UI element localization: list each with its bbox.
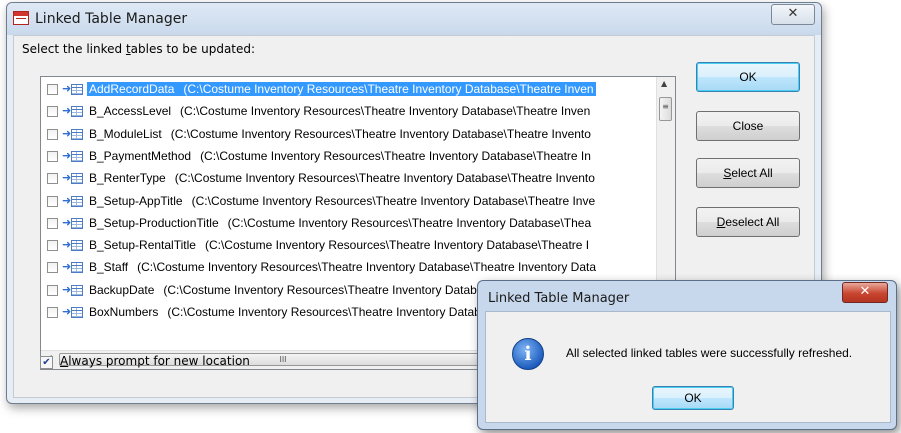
deselect-all-accel: D	[716, 215, 726, 229]
info-icon: i	[512, 338, 544, 370]
table-name: BackupDate	[89, 282, 155, 297]
table-checkbox[interactable]	[47, 240, 58, 252]
table-name: B_ModuleList	[89, 126, 162, 141]
table-path: (C:\Costume Inventory Resources\Theatre …	[183, 82, 594, 96]
table-path: (C:\Costume Inventory Resources\Theatre …	[170, 126, 591, 141]
table-icon	[71, 307, 83, 318]
linked-arrow-icon: ➜	[62, 260, 72, 274]
table-path: (C:\Costume Inventory Resources\Theatre …	[200, 148, 591, 163]
linked-arrow-icon: ➜	[62, 148, 72, 162]
window-title: Linked Table Manager	[35, 11, 188, 27]
table-checkbox[interactable]	[47, 106, 58, 118]
table-checkbox[interactable]	[47, 150, 58, 162]
table-icon	[71, 84, 83, 95]
table-icon	[71, 284, 83, 296]
table-icon	[71, 173, 83, 185]
linked-arrow-icon: ➜	[62, 82, 72, 95]
linked-arrow-icon: ➜	[62, 282, 72, 296]
table-path: (C:\Costume Inventory Resources\Theatre …	[180, 104, 591, 119]
deselect-all-label: eselect All	[725, 215, 780, 229]
table-icon	[71, 195, 83, 207]
select-tables-label: Select the linked tables to be updated:	[22, 42, 256, 56]
table-row-text: B_ModuleList (C:\Costume Inventory Resour…	[87, 127, 593, 141]
table-path: (C:\Costume Inventory Resources\Theatre …	[174, 171, 595, 186]
table-row[interactable]: ➜ AddRecordData (C:\Costume Inventory Reso…	[41, 79, 655, 101]
table-name: B_RenterType	[89, 171, 166, 186]
table-checkbox[interactable]	[47, 84, 58, 95]
message-text: All selected linked tables were successf…	[566, 346, 853, 360]
table-name: B_Setup-RentalTitle	[89, 238, 196, 253]
table-icon	[71, 217, 83, 229]
table-row[interactable]: ➜ B_Staff (C:\Costume Inventory Resources\…	[41, 257, 655, 279]
select-all-label: elect All	[731, 166, 773, 180]
close-button[interactable]: Close	[696, 111, 800, 141]
always-prompt-label: Always prompt for new location	[60, 354, 250, 368]
table-name: B_Staff	[89, 260, 129, 275]
table-icon	[71, 150, 83, 162]
select-all-button[interactable]: Select All	[696, 158, 800, 188]
message-box-title: Linked Table Manager	[488, 291, 630, 306]
table-row-text: B_Setup-RentalTitle (C:\Costume Inventory…	[87, 238, 591, 252]
message-box-body: i All selected linked tables were succes…	[485, 311, 891, 423]
table-row[interactable]: ➜ B_Setup-ProductionTitle (C:\Costume Inve…	[41, 213, 655, 235]
deselect-all-button[interactable]: Deselect All	[696, 207, 800, 237]
table-icon	[71, 128, 83, 140]
table-row[interactable]: ➜ B_Setup-RentalTitle (C:\Costume Inventor…	[41, 235, 655, 257]
table-row[interactable]: ➜ B_Setup-AppTitle (C:\Costume Inventory R…	[41, 191, 655, 213]
table-checkbox[interactable]	[47, 307, 58, 318]
message-ok-button[interactable]: OK	[652, 386, 734, 410]
table-icon	[71, 262, 83, 274]
linked-arrow-icon: ➜	[62, 171, 72, 185]
table-name: B_AccessLevel	[89, 104, 172, 119]
table-row-text: B_AccessLevel (C:\Costume Inventory Resou…	[87, 104, 592, 118]
table-row[interactable]: ➜ B_ModuleList (C:\Costume Inventory Resou…	[41, 124, 655, 146]
linked-arrow-icon: ➜	[62, 193, 72, 207]
refresh-message-box: Linked Table Manager ✕ i All selected li…	[477, 280, 897, 430]
table-path: (C:\Costume Inventory Resources\Theatre …	[137, 260, 597, 275]
table-row[interactable]: ➜ B_AccessLevel (C:\Costume Inventory Reso…	[41, 101, 655, 123]
table-checkbox[interactable]	[47, 262, 58, 274]
linked-arrow-icon: ➜	[62, 305, 72, 318]
window-close-button[interactable]: ✕	[771, 4, 815, 25]
table-name: B_PaymentMethod	[89, 148, 192, 163]
table-icon	[71, 106, 83, 118]
table-row-text: B_PaymentMethod (C:\Costume Inventory Res…	[87, 149, 593, 163]
table-name: AddRecordData	[89, 82, 175, 96]
table-row[interactable]: ➜ B_RenterType (C:\Costume Inventory Resou…	[41, 168, 655, 190]
title-bar[interactable]: Linked Table Manager ✕	[7, 3, 821, 35]
table-checkbox[interactable]	[47, 128, 58, 140]
table-row[interactable]: ➜ B_PaymentMethod (C:\Costume Inventory Re…	[41, 146, 655, 168]
table-row-text: B_Setup-AppTitle (C:\Costume Inventory Re…	[87, 194, 597, 208]
table-icon	[71, 240, 83, 252]
table-path: (C:\Costume Inventory Resources\Theatre …	[191, 193, 596, 208]
table-row-text: AddRecordData (C:\Costume Inventory Resou…	[87, 82, 596, 96]
table-row-text: B_Setup-ProductionTitle (C:\Costume Inven…	[87, 216, 593, 230]
table-name: BoxNumbers	[89, 305, 159, 319]
linked-arrow-icon: ➜	[62, 104, 72, 118]
table-checkbox[interactable]	[47, 284, 58, 296]
table-checkbox[interactable]	[47, 195, 58, 207]
table-row-text: B_Staff (C:\Costume Inventory Resources\T…	[87, 260, 598, 274]
ok-button[interactable]: OK	[696, 62, 800, 92]
table-row-text: B_RenterType (C:\Costume Inventory Resour…	[87, 171, 597, 185]
always-prompt-checkbox[interactable]: ✔	[40, 356, 53, 369]
message-box-close-button[interactable]: ✕	[842, 282, 888, 303]
vertical-scroll-thumb[interactable]: ≡	[659, 97, 672, 121]
linked-arrow-icon: ➜	[62, 215, 72, 229]
table-path: (C:\Costume Inventory Resources\Theatre …	[204, 238, 590, 253]
scroll-up-arrow-icon[interactable]: ▲	[661, 79, 667, 88]
table-name: B_Setup-AppTitle	[89, 193, 183, 208]
linked-arrow-icon: ➜	[62, 126, 72, 140]
table-checkbox[interactable]	[47, 217, 58, 229]
table-checkbox[interactable]	[47, 173, 58, 185]
table-path: (C:\Costume Inventory Resources\Theatre …	[227, 215, 592, 230]
table-name: B_Setup-ProductionTitle	[89, 215, 219, 230]
table-app-icon	[13, 11, 29, 25]
linked-arrow-icon: ➜	[62, 238, 72, 252]
